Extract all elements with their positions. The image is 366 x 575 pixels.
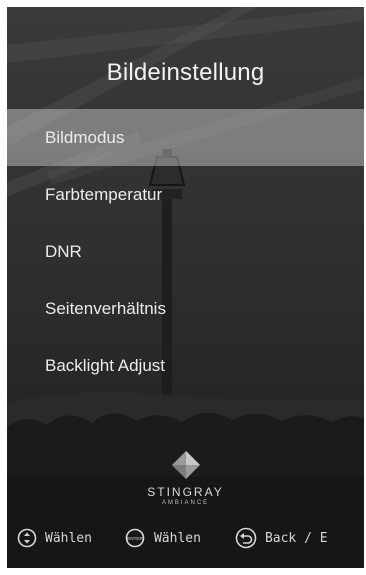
hint-enter: ENTER Wählen [124,528,201,548]
brand-logo: STINGRAY AMBIANCE [7,451,364,506]
menu-item-seitenverhaeltnis[interactable]: Seitenverhältnis [7,280,364,337]
menu-item-label: Farbtemperatur [45,184,163,204]
hint-navigate: Wählen [17,528,92,548]
menu-item-backlight-adjust[interactable]: Backlight Adjust [7,337,364,394]
tv-screen: Bildeinstellung Bildmodus Farbtemperatur… [7,7,364,568]
back-arrow-icon [235,527,257,549]
hint-label: Back / E [264,530,328,546]
menu-item-label: DNR [45,241,82,261]
menu-item-label: Backlight Adjust [45,355,166,375]
menu-item-farbtemperatur[interactable]: Farbtemperatur [7,166,364,223]
hint-back: Back / E [235,527,328,549]
footer-hints: Wählen ENTER Wählen Back / E [7,523,364,553]
hint-label: Wählen [45,530,92,546]
menu-item-bildmodus[interactable]: Bildmodus [7,109,364,166]
stingray-diamond-logo-icon [171,451,200,479]
menu-item-dnr[interactable]: DNR [7,223,364,280]
menu-item-label: Seitenverhältnis [45,298,166,318]
brand-subtitle: AMBIANCE [161,500,210,506]
page-title: Bildeinstellung [106,59,265,86]
menu-item-label: Bildmodus [45,127,125,147]
svg-text:ENTER: ENTER [127,536,143,541]
brand-name: STINGRAY [147,485,224,499]
enter-button-icon: ENTER [125,528,145,548]
hint-label: Wählen [153,530,201,546]
navigate-updown-icon [17,528,37,548]
settings-menu: Bildmodus Farbtemperatur DNR Seitenverhä… [7,109,364,394]
